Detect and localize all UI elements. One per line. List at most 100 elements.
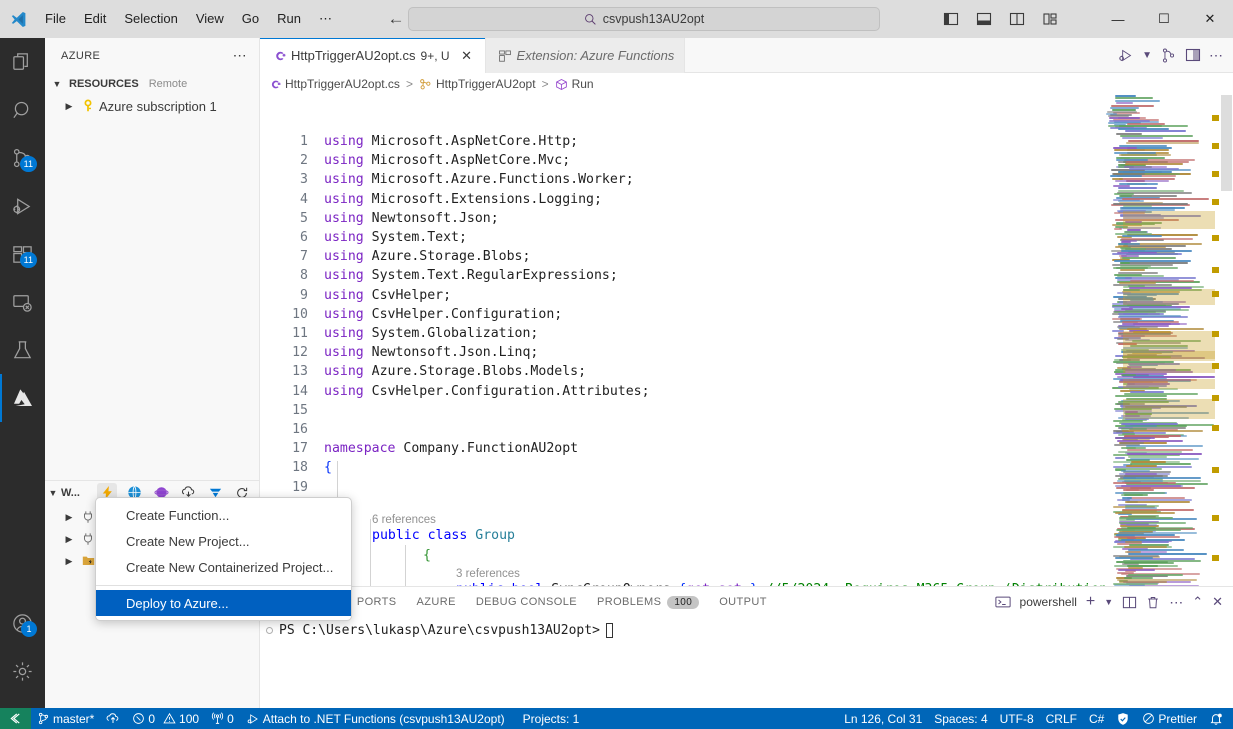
toggle-panel-icon[interactable] (969, 4, 999, 34)
context-menu-item-create-new-containerized-project[interactable]: Create New Containerized Project... (96, 554, 351, 580)
minimize-button[interactable]: — (1095, 0, 1141, 38)
split-terminal-icon[interactable] (1122, 595, 1137, 610)
code-line[interactable]: using System.Text.RegularExpressions; (324, 266, 618, 285)
code-line[interactable]: using CsvHelper; (324, 286, 451, 305)
code-line[interactable]: using Microsoft.AspNetCore.Mvc; (324, 151, 570, 170)
status-indentation[interactable]: Spaces: 4 (928, 708, 993, 729)
code-line[interactable]: using Newtonsoft.Json; (324, 209, 499, 228)
menu-go[interactable]: Go (233, 8, 268, 30)
sidebar-section-resources[interactable]: ▼ RESOURCES Remote (45, 73, 259, 95)
code-line[interactable]: using System.Globalization; (324, 324, 538, 343)
chevron-down-icon[interactable]: ▼ (1142, 50, 1152, 61)
code-line[interactable]: using Microsoft.Extensions.Logging; (324, 190, 602, 209)
status-sync-changes[interactable] (100, 708, 126, 729)
menu-run[interactable]: Run (268, 8, 310, 30)
context-menu-item-deploy-to-azure[interactable]: Deploy to Azure... (96, 590, 351, 616)
split-editor-icon[interactable] (1185, 47, 1201, 63)
menu-view[interactable]: View (187, 8, 233, 30)
status-cursor-position[interactable]: Ln 126, Col 31 (838, 708, 928, 729)
editor-tab-extension-azure-functions[interactable]: Extension: Azure Functions (486, 38, 686, 73)
code-line[interactable]: using Microsoft.AspNetCore.Http; (324, 132, 578, 151)
maximize-panel-icon[interactable]: ⌃ (1192, 594, 1203, 610)
activity-item-extensions[interactable]: 11 (0, 230, 45, 278)
menu-edit[interactable]: Edit (75, 8, 115, 30)
context-menu-item-create-function[interactable]: Create Function... (96, 502, 351, 528)
activity-item-azure[interactable] (0, 374, 45, 422)
sidebar-item-azure-subscription[interactable]: ▶ Azure subscription 1 (45, 95, 259, 117)
activity-item-remote-explorer[interactable] (0, 278, 45, 326)
line-number: 14 (260, 382, 308, 401)
panel-tab-output[interactable]: OUTPUT (709, 587, 777, 617)
activity-item-accounts[interactable]: 1 (0, 599, 45, 647)
breadcrumb-item-class[interactable]: HttpTriggerAU2opt (436, 77, 536, 91)
maximize-button[interactable]: ☐ (1141, 0, 1187, 38)
command-center-search-input[interactable]: csvpush13AU2opt (408, 7, 880, 31)
close-button[interactable]: ✕ (1187, 0, 1233, 38)
panel-tab-debug-console[interactable]: DEBUG CONSOLE (466, 587, 587, 617)
code-line[interactable]: public class Group (372, 526, 515, 545)
status-prettier[interactable]: Prettier (1136, 708, 1203, 729)
panel-more-actions-icon[interactable]: ⋯ (1169, 594, 1183, 611)
status-remote-indicator[interactable] (0, 708, 31, 729)
code-line[interactable]: namespace Company.FunctionAU2opt (324, 439, 578, 458)
chevron-right-icon[interactable]: ▶ (61, 556, 77, 567)
run-debug-icon[interactable] (1117, 47, 1134, 64)
toggle-primary-sidebar-icon[interactable] (936, 4, 966, 34)
activity-item-source-control[interactable]: 11 (0, 134, 45, 182)
code-line[interactable]: { (423, 546, 431, 565)
status-language-mode[interactable]: C# (1083, 708, 1110, 729)
panel-tab-label: DEBUG CONSOLE (476, 596, 577, 608)
code-line[interactable]: using Newtonsoft.Json.Linq; (324, 343, 538, 362)
code-line[interactable]: using Azure.Storage.Blobs; (324, 247, 530, 266)
code-line[interactable]: using Microsoft.Azure.Functions.Worker; (324, 170, 634, 189)
code-line[interactable]: { (324, 458, 332, 477)
new-terminal-button[interactable]: + (1086, 593, 1095, 611)
activity-item-explorer[interactable] (0, 38, 45, 86)
activity-item-search[interactable] (0, 86, 45, 134)
customize-layout-icon[interactable] (1035, 4, 1065, 34)
breadcrumb-item-file[interactable]: HttpTriggerAU2opt.cs (285, 77, 400, 91)
status-git-branch[interactable]: master* (31, 708, 100, 729)
kill-terminal-trash-icon[interactable] (1146, 595, 1160, 610)
terminal-chevron-down-icon[interactable]: ▼ (1104, 597, 1113, 607)
code-line[interactable]: using CsvHelper.Configuration.Attributes… (324, 382, 650, 401)
status-shield-check-icon[interactable] (1110, 708, 1136, 729)
status-eol[interactable]: CRLF (1040, 708, 1083, 729)
toggle-secondary-sidebar-icon[interactable] (1002, 4, 1032, 34)
panel-tab-azure[interactable]: AZURE (407, 587, 466, 617)
editor-tab-close-icon[interactable]: ✕ (459, 48, 475, 64)
sidebar-more-actions-icon[interactable]: ⋯ (233, 47, 247, 64)
menu-bar[interactable]: File Edit Selection View Go Run ⋯ (36, 0, 341, 38)
context-menu-item-create-new-project[interactable]: Create New Project... (96, 528, 351, 554)
activity-item-settings[interactable] (0, 647, 45, 695)
editor-tab-httptriggerau2opt[interactable]: HttpTriggerAU2opt.cs 9+, U ✕ (260, 38, 486, 73)
chevron-right-icon[interactable]: ▶ (61, 512, 77, 523)
code-line[interactable]: using Azure.Storage.Blobs.Models; (324, 362, 586, 381)
back-arrow-icon[interactable]: ← (385, 9, 407, 29)
breadcrumb-item-method[interactable]: Run (572, 77, 594, 91)
status-problems[interactable]: 0 100 (126, 708, 205, 729)
status-radio-tower[interactable]: 0 (205, 708, 240, 729)
menu-file[interactable]: File (36, 8, 75, 30)
minimap-line (1130, 458, 1199, 460)
status-projects[interactable]: Projects: 1 (517, 708, 586, 729)
chevron-right-icon[interactable]: ▶ (61, 101, 77, 112)
editor-more-actions-icon[interactable]: ⋯ (1209, 47, 1223, 64)
chevron-right-icon[interactable]: ▶ (61, 534, 77, 545)
panel-tab-ports[interactable]: PORTS (347, 587, 407, 617)
code-line[interactable]: using System.Text; (324, 228, 467, 247)
terminal-body[interactable]: PS C:\Users\lukasp\Azure\csvpush13AU2opt… (260, 617, 1233, 638)
close-panel-icon[interactable]: ✕ (1212, 594, 1223, 610)
menu-selection[interactable]: Selection (115, 8, 186, 30)
code-line[interactable]: using CsvHelper.Configuration; (324, 305, 562, 324)
menu-more-icon[interactable]: ⋯ (310, 8, 341, 30)
terminal-shell-label[interactable]: powershell (1020, 595, 1077, 609)
scrollbar-thumb[interactable] (1221, 95, 1232, 191)
activity-item-run-and-debug[interactable] (0, 182, 45, 230)
split-source-control-icon[interactable] (1160, 47, 1177, 64)
status-notifications-bell-icon[interactable] (1203, 708, 1229, 729)
activity-item-testing[interactable] (0, 326, 45, 374)
status-debug-launch[interactable]: Attach to .NET Functions (csvpush13AU2op… (240, 708, 511, 729)
panel-tab-problems[interactable]: PROBLEMS 100 (587, 587, 709, 617)
status-encoding[interactable]: UTF-8 (994, 708, 1040, 729)
